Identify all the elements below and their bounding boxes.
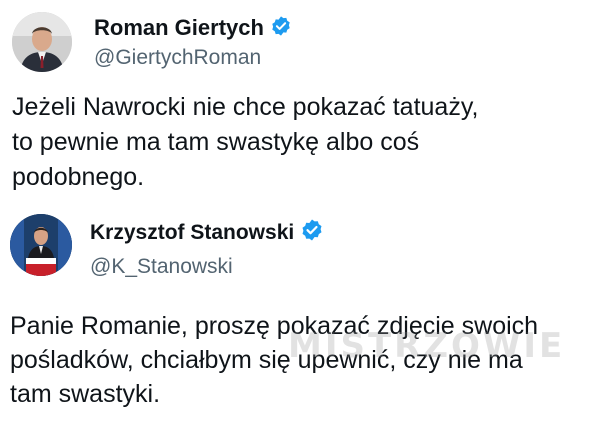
- avatar-portrait-icon: [12, 12, 72, 72]
- tweet-text: Panie Romanie, proszę pokazać zdjęcie sw…: [10, 309, 538, 411]
- name-row: Roman Giertych: [94, 14, 292, 42]
- user-handle[interactable]: @GiertychRoman: [94, 44, 292, 72]
- tweet-text-line: to pewnie ma tam swastykę albo coś: [12, 128, 420, 156]
- verified-badge-icon: [270, 15, 292, 42]
- tweet-text-line: tam swastyki.: [10, 380, 161, 408]
- user-handle[interactable]: @K_Stanowski: [90, 253, 324, 281]
- display-name[interactable]: Roman Giertych: [94, 14, 264, 42]
- avatar[interactable]: [12, 12, 72, 72]
- author-info: Krzysztof Stanowski @K_Stanowski: [90, 218, 324, 281]
- display-name[interactable]: Krzysztof Stanowski: [90, 219, 294, 247]
- tweet-text-line: Panie Romanie, proszę pokazać zdjęcie sw…: [10, 312, 539, 340]
- tweet-header: Roman Giertych @GiertychRoman: [12, 12, 292, 72]
- tweet-text-line: pośladków, chciałbym się upewnić, czy ni…: [10, 346, 523, 374]
- tweet-text-line: podobnego.: [12, 163, 145, 191]
- verified-badge-icon: [300, 218, 324, 247]
- tweet-text-line: Jeżeli Nawrocki nie chce pokazać tatuaży…: [12, 93, 479, 121]
- author-info: Roman Giertych @GiertychRoman: [94, 14, 292, 72]
- avatar-portrait-icon: [10, 214, 72, 276]
- name-row: Krzysztof Stanowski: [90, 218, 324, 247]
- avatar[interactable]: [10, 214, 72, 276]
- tweet-text: Jeżeli Nawrocki nie chce pokazać tatuaży…: [12, 90, 478, 195]
- tweet-header: Krzysztof Stanowski @K_Stanowski: [10, 214, 324, 281]
